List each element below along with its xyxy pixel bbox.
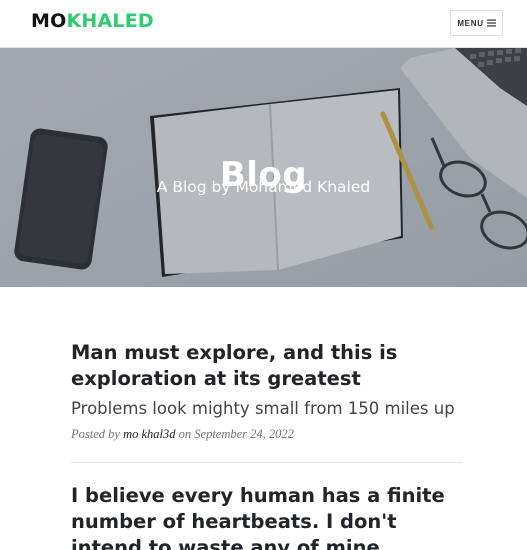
post-subtitle: Problems look mighty small from 150 mile… (71, 399, 455, 418)
brand-text-mo: MO (31, 10, 67, 32)
post-list: Man must explore, and this is exploratio… (71, 340, 463, 550)
menu-button[interactable]: MENU (450, 10, 503, 36)
post-preview: I believe every human has a finite numbe… (71, 483, 463, 550)
header-banner: Blog A Blog by Mohamed Khaled (0, 48, 527, 287)
post-author-link[interactable]: mo khal3d (123, 427, 175, 441)
post-preview: Man must explore, and this is exploratio… (71, 340, 463, 442)
menu-button-label: MENU (457, 18, 484, 28)
brand-logo-link[interactable]: MOKHALED (31, 10, 154, 32)
post-meta: Posted by mo khal3d on September 24, 202… (71, 427, 463, 442)
post-divider (71, 462, 463, 463)
post-title-link[interactable]: Man must explore, and this is exploratio… (71, 340, 463, 392)
post-title-link[interactable]: I believe every human has a finite numbe… (71, 483, 463, 550)
navbar: MOKHALED MENU (0, 0, 527, 48)
page-subtitle: A Blog by Mohamed Khaled (156, 178, 371, 196)
post-meta-date: on September 24, 2022 (178, 427, 294, 441)
post-meta-prefix: Posted by (71, 427, 120, 441)
hamburger-icon (486, 19, 496, 27)
brand-text-khaled: KHALED (66, 10, 154, 32)
